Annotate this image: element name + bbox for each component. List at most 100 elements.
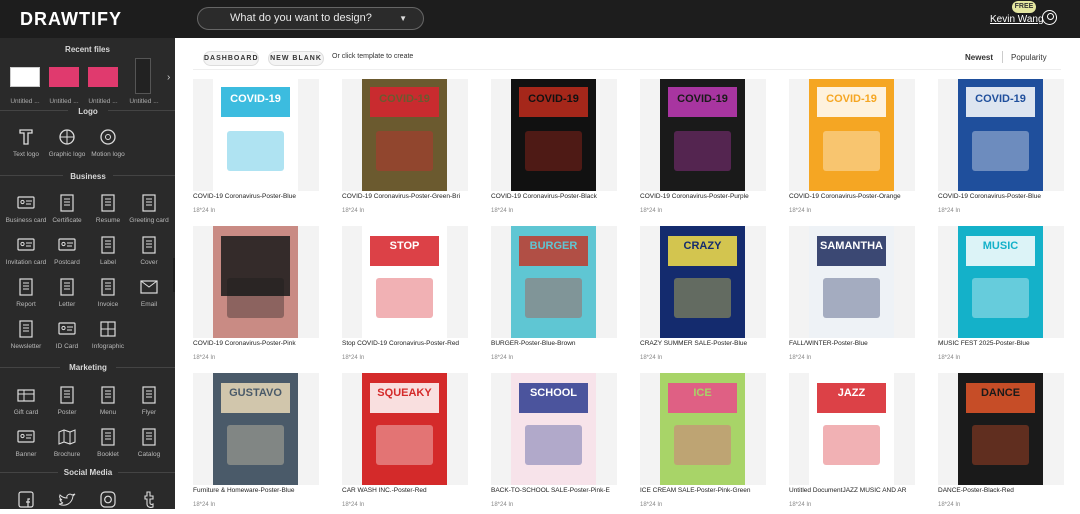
recent-file-thumb[interactable]	[49, 67, 79, 87]
tool-business-card[interactable]: Business card	[5, 193, 47, 224]
tool-instagram[interactable]	[87, 490, 129, 514]
tool-infographic[interactable]: Infographic	[87, 319, 129, 350]
template-title[interactable]: COVID-19 Coronavirus-Poster-Purple	[640, 193, 766, 200]
tool-tumblr[interactable]	[128, 490, 170, 514]
template-thumbnail[interactable]: SCHOOL	[491, 373, 617, 485]
recent-file-label: Untitled ...	[49, 98, 79, 105]
template-card[interactable]: DANCE DANCE-Poster-Black-Red 18*24 In	[938, 373, 1064, 508]
template-title[interactable]: Furniture & Homeware-Poster-Blue	[193, 487, 319, 494]
dashboard-button[interactable]: DASHBOARD	[203, 51, 259, 66]
template-card[interactable]: GUSTAVO Furniture & Homeware-Poster-Blue 1…	[193, 373, 319, 508]
sort-popularity[interactable]: Popularity	[1011, 53, 1047, 62]
template-title[interactable]: COVID-19 Coronavirus-Poster-Black	[491, 193, 617, 200]
template-card[interactable]: COVID-19 COVID-19 Coronavirus-Poster-Gree…	[342, 79, 468, 214]
template-card[interactable]: SCHOOL BACK-TO-SCHOOL SALE-Poster-Pink-E 1…	[491, 373, 617, 508]
tool-invitation-card[interactable]: Invitation card	[5, 235, 47, 266]
template-thumbnail[interactable]: CRAZY	[640, 226, 766, 338]
template-thumbnail[interactable]: STOP	[342, 226, 468, 338]
template-title[interactable]: COVID-19 Coronavirus-Poster-Green-Bri	[342, 193, 468, 200]
template-card[interactable]: BURGER BURGER-Poster-Blue-Brown 18*24 In	[491, 226, 617, 361]
tool-brochure[interactable]: Brochure	[46, 427, 88, 458]
template-thumbnail[interactable]: DANCE	[938, 373, 1064, 485]
tool-resume[interactable]: Resume	[87, 193, 129, 224]
template-card[interactable]: SAMANTHA FALL/WINTER-Poster-Blue 18*24 In	[789, 226, 915, 361]
tool-menu[interactable]: Menu	[87, 385, 129, 416]
tool-email[interactable]: Email	[128, 277, 170, 308]
template-title[interactable]: DANCE-Poster-Black-Red	[938, 487, 1064, 494]
template-title[interactable]: COVID-19 Coronavirus-Poster-Blue	[938, 193, 1064, 200]
template-card[interactable]: STOP Stop COVID-19 Coronavirus-Poster-Red…	[342, 226, 468, 361]
template-title[interactable]: BURGER-Poster-Blue-Brown	[491, 340, 617, 347]
template-title[interactable]: COVID-19 Coronavirus-Poster-Blue	[193, 193, 319, 200]
template-thumbnail[interactable]: COVID-19	[789, 79, 915, 191]
recent-file-thumb[interactable]	[88, 67, 118, 87]
tool-certificate[interactable]: Certificate	[46, 193, 88, 224]
tool-booklet[interactable]: Booklet	[87, 427, 129, 458]
chevron-right-icon[interactable]: ›	[167, 72, 170, 83]
template-thumbnail[interactable]: MUSIC	[938, 226, 1064, 338]
template-card[interactable]: MUSIC MUSIC FEST 2025-Poster-Blue 18*24 In	[938, 226, 1064, 361]
template-title[interactable]: BACK-TO-SCHOOL SALE-Poster-Pink-E	[491, 487, 617, 494]
tool-report[interactable]: Report	[5, 277, 47, 308]
template-title[interactable]: CAR WASH INC.-Poster-Red	[342, 487, 468, 494]
template-card[interactable]: COVID-19 COVID-19 Coronavirus-Poster-Blue…	[193, 79, 319, 214]
template-thumbnail[interactable]: COVID-19	[193, 79, 319, 191]
template-thumbnail[interactable]: COVID-19	[342, 79, 468, 191]
poster-headline: DANCE	[980, 387, 1021, 399]
template-card[interactable]: COVID-19 COVID-19 Coronavirus-Poster-Blue…	[938, 79, 1064, 214]
tool-graphic-logo[interactable]: Graphic logo	[46, 127, 88, 158]
template-card[interactable]: COVID-19 COVID-19 Coronavirus-Poster-Oran…	[789, 79, 915, 214]
template-thumbnail[interactable]: COVID-19	[491, 79, 617, 191]
user-avatar-icon[interactable]	[1042, 10, 1057, 25]
template-title[interactable]: ICE CREAM SALE-Poster-Pink-Green	[640, 487, 766, 494]
template-card[interactable]: JAZZ Untitled DocumentJAZZ MUSIC AND AR 18…	[789, 373, 915, 508]
template-card[interactable]: COVID-19 COVID-19 Coronavirus-Poster-Blac…	[491, 79, 617, 214]
recent-file-thumb[interactable]	[135, 58, 151, 94]
chevron-down-icon[interactable]: ▼	[399, 8, 407, 29]
tool-label[interactable]: Label	[87, 235, 129, 266]
template-thumbnail[interactable]: JAZZ	[789, 373, 915, 485]
tool-motion-logo[interactable]: Motion logo	[87, 127, 129, 158]
tool-invoice[interactable]: Invoice	[87, 277, 129, 308]
tool-poster[interactable]: Poster	[46, 385, 88, 416]
template-thumbnail[interactable]: COVID-19	[640, 79, 766, 191]
user-name-link[interactable]: Kevin Wang	[990, 14, 1044, 25]
tool-banner[interactable]: Banner	[5, 427, 47, 458]
tool-letter[interactable]: Letter	[46, 277, 88, 308]
tool-postcard[interactable]: Postcard	[46, 235, 88, 266]
template-thumbnail[interactable]	[193, 226, 319, 338]
template-title[interactable]: COVID-19 Coronavirus-Poster-Pink	[193, 340, 319, 347]
template-title[interactable]: COVID-19 Coronavirus-Poster-Orange	[789, 193, 915, 200]
tool-flyer[interactable]: Flyer	[128, 385, 170, 416]
tool-id-card[interactable]: ID Card	[46, 319, 88, 350]
template-title[interactable]: FALL/WINTER-Poster-Blue	[789, 340, 915, 347]
template-title[interactable]: CRAZY SUMMER SALE-Poster-Blue	[640, 340, 766, 347]
template-thumbnail[interactable]: ICE	[640, 373, 766, 485]
template-thumbnail[interactable]: BURGER	[491, 226, 617, 338]
template-thumbnail[interactable]: GUSTAVO	[193, 373, 319, 485]
tool-gift-card[interactable]: Gift card	[5, 385, 47, 416]
template-card[interactable]: CRAZY CRAZY SUMMER SALE-Poster-Blue 18*24 …	[640, 226, 766, 361]
template-title[interactable]: Untitled DocumentJAZZ MUSIC AND AR	[789, 487, 915, 494]
template-title[interactable]: Stop COVID-19 Coronavirus-Poster-Red	[342, 340, 468, 347]
tool-catalog[interactable]: Catalog	[128, 427, 170, 458]
app-logo[interactable]: DRAWTIFY	[20, 9, 122, 30]
tool-cover[interactable]: Cover	[128, 235, 170, 266]
template-card[interactable]: SQUEAKY CAR WASH INC.-Poster-Red 18*24 In	[342, 373, 468, 508]
tool-greeting-card[interactable]: Greeting card	[128, 193, 170, 224]
template-card[interactable]: COVID-19 COVID-19 Coronavirus-Poster-Purp…	[640, 79, 766, 214]
sort-newest[interactable]: Newest	[965, 53, 993, 62]
tool-twitter[interactable]	[46, 490, 88, 514]
recent-file-thumb[interactable]	[10, 67, 40, 87]
template-thumbnail[interactable]: SQUEAKY	[342, 373, 468, 485]
template-card[interactable]: COVID-19 Coronavirus-Poster-Pink 18*24 In	[193, 226, 319, 361]
tool-newsletter[interactable]: Newsletter	[5, 319, 47, 350]
new-blank-button[interactable]: NEW BLANK	[268, 51, 324, 66]
tool-facebook[interactable]	[5, 490, 47, 514]
template-thumbnail[interactable]: SAMANTHA	[789, 226, 915, 338]
search-input[interactable]: What do you want to design? ▼	[197, 7, 424, 30]
template-thumbnail[interactable]: COVID-19	[938, 79, 1064, 191]
tool-text-logo[interactable]: Text logo	[5, 127, 47, 158]
template-card[interactable]: ICE ICE CREAM SALE-Poster-Pink-Green 18*24…	[640, 373, 766, 508]
template-title[interactable]: MUSIC FEST 2025-Poster-Blue	[938, 340, 1064, 347]
